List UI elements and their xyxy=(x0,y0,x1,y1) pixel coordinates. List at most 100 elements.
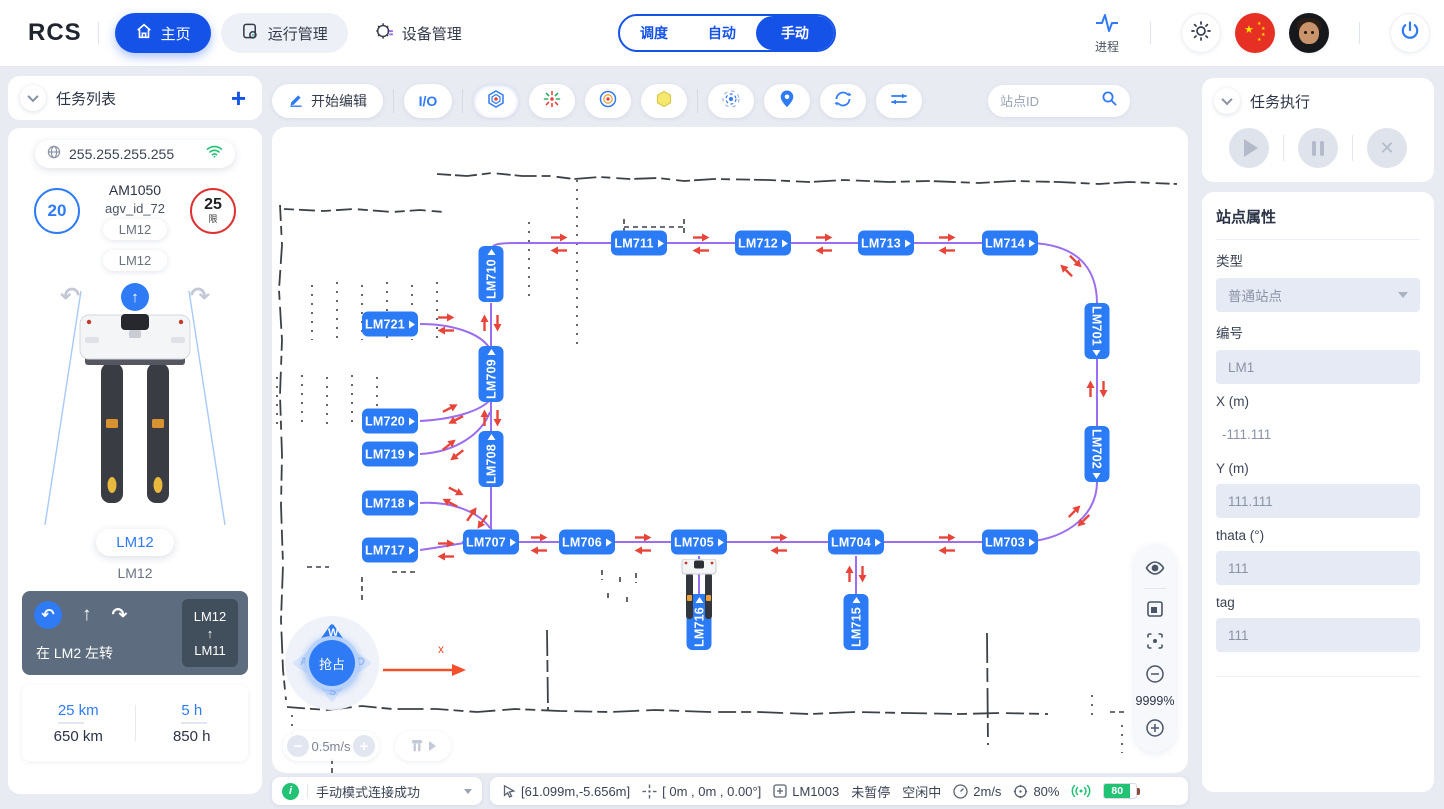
hexagon-node-icon xyxy=(486,89,506,114)
forward-button[interactable]: ↑ xyxy=(121,283,149,311)
connection-message[interactable]: i 手动模式连接成功 xyxy=(272,777,482,805)
mode-tab-manual[interactable]: 手动 xyxy=(756,16,834,50)
agv-model: AM1050 xyxy=(109,182,161,198)
seize-control-button[interactable]: 抢占 xyxy=(305,636,359,690)
divider xyxy=(1216,676,1420,677)
map-node-LM720[interactable]: LM720 xyxy=(362,409,418,434)
target-icon xyxy=(1013,784,1028,799)
map-node-LM702[interactable]: LM702 xyxy=(1085,426,1110,482)
divider xyxy=(462,89,463,113)
pause-state: 未暂停 xyxy=(851,782,890,801)
divider xyxy=(1359,22,1360,44)
speed-readout: 2m/s xyxy=(953,784,1001,799)
map-node-LM713[interactable]: LM713 xyxy=(858,231,914,256)
map-node-LM721[interactable]: LM721 xyxy=(362,312,418,337)
station-x-input[interactable] xyxy=(1222,427,1414,442)
show-stations-toggle[interactable] xyxy=(473,84,519,118)
x-axis-label: x xyxy=(438,642,444,656)
radar-icon xyxy=(721,89,741,114)
map-node-LM709[interactable]: LM709 xyxy=(479,346,504,402)
speed-increase-button[interactable]: + xyxy=(353,735,375,757)
map-node-LM718[interactable]: LM718 xyxy=(362,491,418,516)
map-node-LM708[interactable]: LM708 xyxy=(479,431,504,487)
station-search-input[interactable] xyxy=(1000,94,1101,109)
agv-ip-row[interactable]: 255.255.255.255 xyxy=(35,140,235,168)
turn-left-button[interactable]: ↶ xyxy=(60,284,80,310)
map-node-LM703[interactable]: LM703 xyxy=(982,530,1038,555)
refresh-button[interactable] xyxy=(820,84,866,118)
map-node-LM712[interactable]: LM712 xyxy=(735,231,791,256)
speed-decrease-button[interactable]: − xyxy=(287,735,309,757)
show-pointcloud-toggle[interactable] xyxy=(529,84,575,118)
next-station-label: LM12 xyxy=(117,565,152,581)
show-areas-toggle[interactable] xyxy=(641,84,687,118)
station-y-input[interactable] xyxy=(1228,494,1408,509)
map-node-LM711[interactable]: LM711 xyxy=(611,231,667,256)
fork-action-button[interactable] xyxy=(395,731,451,761)
map-node-LM707[interactable]: LM707 xyxy=(463,530,519,555)
mode-tab-auto[interactable]: 自动 xyxy=(688,23,756,43)
divider xyxy=(1150,22,1151,44)
station-type-select[interactable]: 普通站点 xyxy=(1216,278,1420,312)
map-node-LM705[interactable]: LM705 xyxy=(671,530,727,555)
mode-tab-dispatch[interactable]: 调度 xyxy=(620,23,688,43)
zoom-in-button[interactable] xyxy=(1143,716,1167,740)
task-play-button[interactable] xyxy=(1229,128,1269,168)
navigation-card: ↶ ↑ ↷ 在 LM2 左转 LM12 ↑ LM11 xyxy=(22,591,248,675)
map-node-LM717[interactable]: LM717 xyxy=(362,538,418,563)
visibility-button[interactable] xyxy=(1143,556,1167,580)
show-targets-toggle[interactable] xyxy=(585,84,631,118)
task-pause-button[interactable] xyxy=(1298,128,1338,168)
power-button[interactable] xyxy=(1390,13,1430,53)
map-node-LM719[interactable]: LM719 xyxy=(362,442,418,467)
search-icon[interactable] xyxy=(1101,90,1118,112)
divider xyxy=(98,22,99,44)
locate-button[interactable] xyxy=(764,84,810,118)
agv-map-marker[interactable] xyxy=(681,559,717,628)
pulse-icon xyxy=(1094,12,1120,37)
process-button[interactable]: 进程 xyxy=(1094,12,1120,55)
task-stop-button[interactable]: ✕ xyxy=(1367,128,1407,168)
language-flag-button[interactable]: ★ ★ ★ ★ ★ xyxy=(1235,13,1275,53)
nav-item-operations[interactable]: 运行管理 xyxy=(221,13,348,53)
map-node-LM714[interactable]: LM714 xyxy=(982,231,1038,256)
map-node-LM701[interactable]: LM701 xyxy=(1085,303,1110,359)
collapse-task-exec-button[interactable] xyxy=(1214,88,1240,114)
gauge-icon xyxy=(953,784,968,799)
user-avatar[interactable] xyxy=(1289,13,1329,53)
top-navbar: RCS 主页 运行管理 设备管理 xyxy=(0,0,1444,66)
avatar-face xyxy=(1299,22,1319,44)
io-button[interactable]: I/O xyxy=(404,84,452,118)
cursor-icon xyxy=(502,784,516,798)
manual-joystick[interactable]: W A D S 抢占 xyxy=(283,614,381,712)
center-view-button[interactable] xyxy=(1143,629,1167,653)
collapse-task-list-button[interactable] xyxy=(20,85,46,111)
gear-icon xyxy=(374,21,394,45)
filter-button[interactable] xyxy=(876,84,922,118)
map-node-LM704[interactable]: LM704 xyxy=(828,530,884,555)
hours-stat: 5 h 850 h xyxy=(136,702,249,745)
chevron-down-icon xyxy=(27,91,38,102)
map-canvas[interactable]: LM710 LM711 LM712 LM713 LM714 LM701 LM702 LM703… xyxy=(272,127,1188,773)
zoom-out-button[interactable] xyxy=(1143,662,1167,686)
field-type: 类型 普通站点 xyxy=(1216,250,1420,312)
nav-item-home[interactable]: 主页 xyxy=(115,13,211,53)
theme-toggle-button[interactable] xyxy=(1181,13,1221,53)
station-theta-input[interactable] xyxy=(1228,561,1408,576)
add-task-button[interactable]: + xyxy=(227,85,250,111)
map-node-LM710[interactable]: LM710 xyxy=(479,246,504,302)
agv-info-row: 20 AM1050 agv_id_72 LM12 25 限 xyxy=(18,182,252,240)
station-id-input[interactable] xyxy=(1228,360,1408,375)
field-id: 编号 xyxy=(1216,322,1420,384)
minimap-button[interactable] xyxy=(1143,597,1167,621)
chevron-down-icon[interactable] xyxy=(464,789,472,794)
turn-right-button[interactable]: ↷ xyxy=(190,284,210,310)
nav-item-devices[interactable]: 设备管理 xyxy=(354,13,482,53)
axis-indicator: x xyxy=(380,642,470,687)
map-node-LM706[interactable]: LM706 xyxy=(559,530,615,555)
info-icon: i xyxy=(282,783,299,800)
start-edit-button[interactable]: 开始编辑 xyxy=(272,84,383,118)
relocate-button[interactable] xyxy=(708,84,754,118)
map-node-LM715[interactable]: LM715 xyxy=(844,594,869,650)
station-tag-input[interactable] xyxy=(1228,628,1408,643)
